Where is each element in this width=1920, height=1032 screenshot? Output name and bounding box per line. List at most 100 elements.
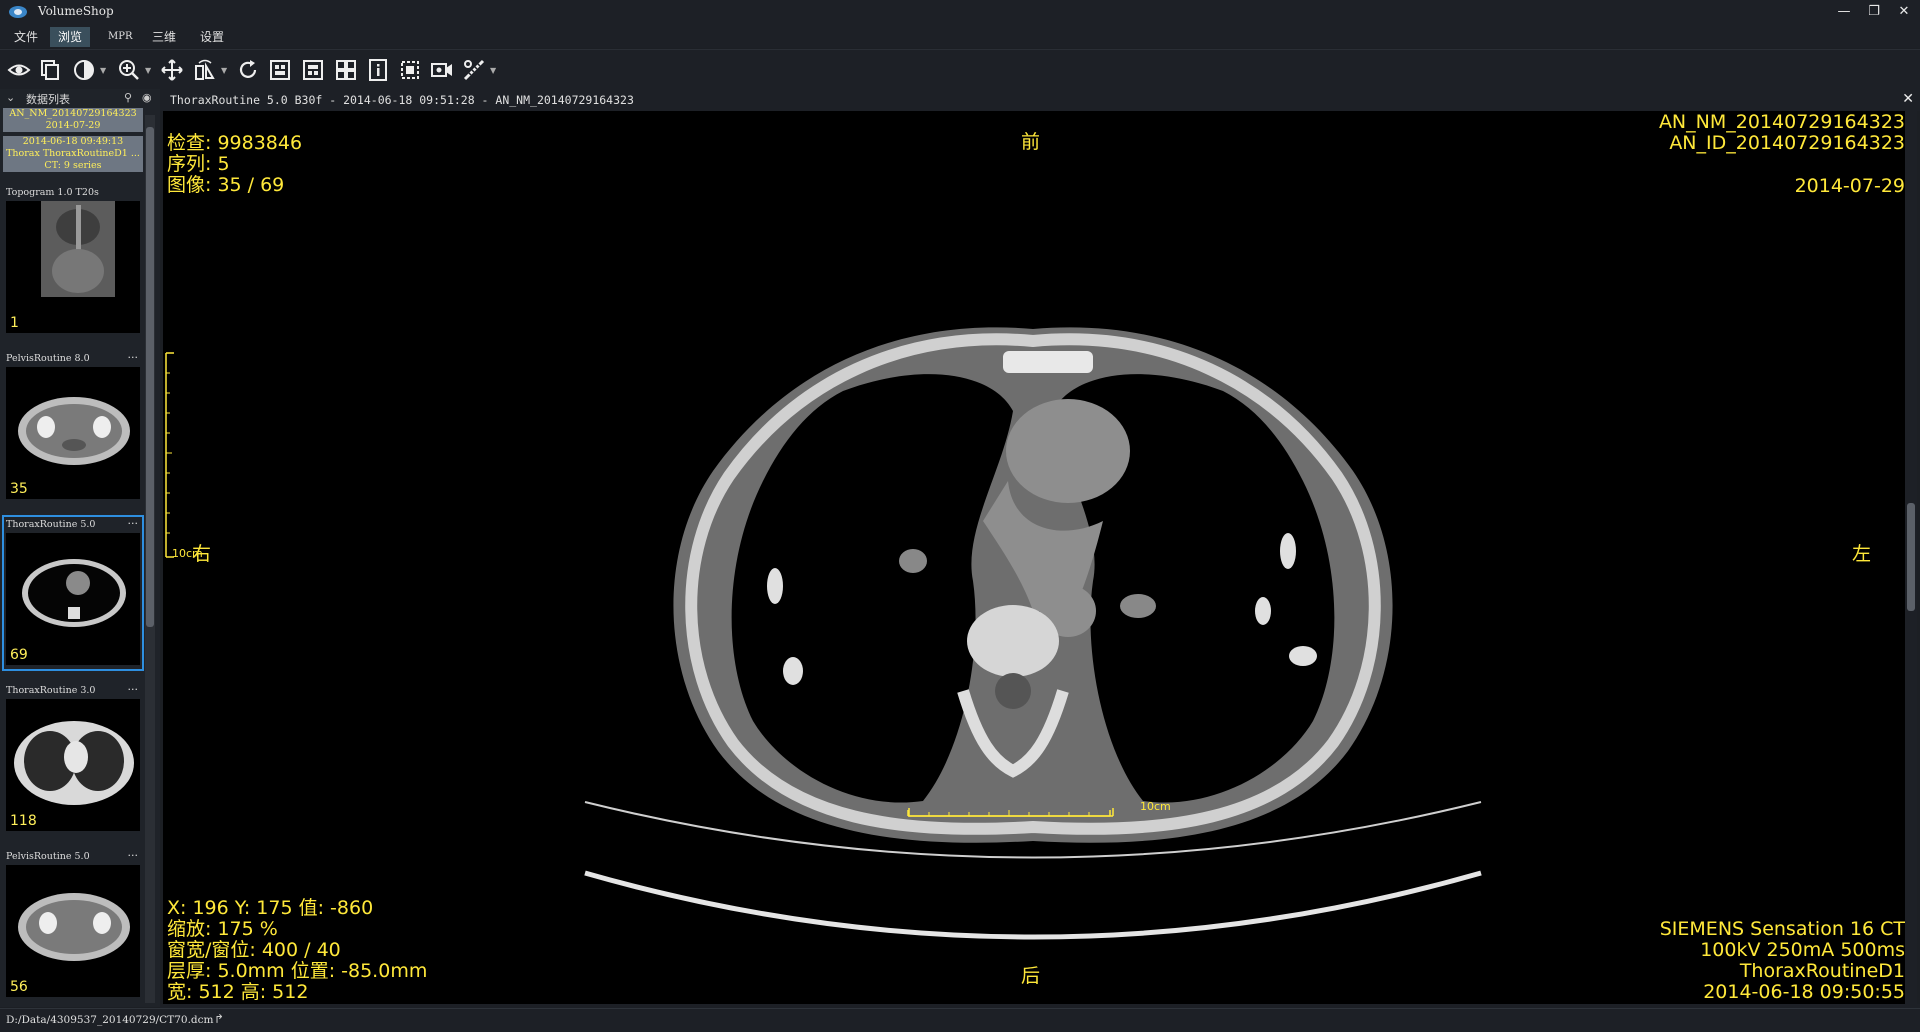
measure-dropdown-icon[interactable]: ▼ [490,66,496,75]
overlay-image-index: 图像: 35 / 69 [167,174,285,196]
zoom-dropdown-icon[interactable]: ▼ [145,66,151,75]
orientation-posterior: 后 [1021,965,1041,987]
overlay-dimensions: 宽: 512 高: 512 [167,981,309,1003]
pin-icon[interactable]: ⚲ [124,91,132,104]
series-thumbnail: 118 [6,699,140,831]
study-patient-name: AN_NM_20140729164323 [9,108,137,119]
app-title: VolumeShop [38,4,114,18]
menu-3d[interactable]: 三维 [144,27,184,47]
overlay-bottom-left: X: 196 Y: 175 值: -860 缩放: 175 % 窗宽/窗位: 4… [167,898,427,1003]
video-icon[interactable] [430,58,456,82]
contrast-icon[interactable] [72,58,98,82]
overlay-protocol: ThoraxRoutineD1 [1739,960,1905,982]
series-item[interactable]: Topogram 1.0 T20s 1 [4,185,142,337]
series-item[interactable]: PelvisRoutine 5.0 ··· 56 [4,849,142,1001]
series-item[interactable]: ThoraxRoutine 3.0 ··· 118 [4,683,142,835]
series-more-button[interactable]: ··· [128,849,139,862]
study-date: 2014-07-29 [45,120,101,131]
series-image-count: 35 [10,481,28,497]
series-thumbnail: 35 [6,367,140,499]
restore-button[interactable]: ❐ [1862,2,1886,22]
study-description: Thorax ThoraxRoutineD1 ... [6,148,140,159]
study-info-card[interactable]: 2014-06-18 09:49:13 Thorax ThoraxRoutine… [3,136,143,172]
menu-browse[interactable]: 浏览 [50,27,91,47]
series-image-count: 56 [10,979,28,995]
overlay-series-no: 序列: 5 [167,153,230,175]
viewer-close-icon[interactable]: ✕ [1902,91,1914,107]
flip-icon[interactable] [193,58,219,82]
minimize-button[interactable]: — [1832,2,1856,22]
image-viewport[interactable]: 10cm 10cm 检查: 9983846 序列: 5 图像: 35 / 69 … [163,111,1905,1004]
info-icon[interactable] [366,58,392,82]
sidebar-scrollbar-thumb[interactable] [146,127,154,627]
menu-mpr[interactable]: MPR [100,27,141,47]
menu-settings[interactable]: 设置 [192,27,232,47]
orientation-left: 左 [1852,543,1872,565]
close-window-button[interactable]: ✕ [1892,2,1916,22]
vertical-scale-ruler [165,352,174,558]
overlay-patient-id: AN_ID_20140729164323 [1669,132,1905,154]
series-more-button[interactable]: ··· [128,683,139,696]
viewer-scrollbar[interactable] [1905,111,1917,1004]
data-list-title: 数据列表 [26,93,70,106]
overlay-slice-position: 层厚: 5.0mm 位置: -85.0mm [167,960,428,982]
series-more-button[interactable]: ··· [128,517,139,530]
overlay-patient-name: AN_NM_20140729164323 [1658,111,1905,133]
overlay-exposure: 100kV 250mA 500ms [1700,939,1905,961]
crop-icon[interactable] [398,58,424,82]
series-image-count: 118 [10,813,37,829]
layout-2-icon[interactable] [301,58,327,82]
series-item[interactable]: PelvisRoutine 8.0 ··· 35 [4,351,142,503]
orientation-right: 右 [192,543,212,565]
overlay-bottom-right: SIEMENS Sensation 16 CT 100kV 250mA 500m… [1485,919,1905,1003]
title-bar: VolumeShop — ❐ ✕ [0,0,1920,24]
visibility-eye-icon[interactable]: ◉ [142,91,152,104]
zoom-icon[interactable] [117,58,143,82]
series-label: Topogram 1.0 T20s [6,187,99,198]
overlay-scanner: SIEMENS Sensation 16 CT [1659,918,1905,940]
overlay-acquisition-time: 2014-06-18 09:50:55 [1703,981,1905,1003]
toolbar: ▼ ▼ ▼ ▼ [0,49,1920,89]
orientation-anterior: 前 [1021,131,1041,153]
status-file-path: D:/Data/4309537_20140729/CT70.dcm [6,1014,214,1026]
series-label: ThoraxRoutine 3.0 [6,685,96,696]
overlay-cursor-value: X: 196 Y: 175 值: -860 [167,897,374,919]
contrast-dropdown-icon[interactable]: ▼ [100,66,106,75]
data-list-panel: ⌄ 数据列表 ⚲ ◉ AN_NM_20140729164323 2014-07-… [0,89,160,1007]
overlay-exam-id: 检查: 9983846 [167,132,303,154]
overlay-window-level: 窗宽/窗位: 400 / 40 [167,939,341,961]
thorax-thumbnail-image [22,559,126,627]
viewer-header: ThoraxRoutine 5.0 B30f - 2014-06-18 09:5… [160,89,1920,111]
topogram-thumbnail-image [41,201,115,297]
series-thumbnail: 56 [6,865,140,997]
app-logo-icon [9,6,27,18]
overlay-zoom: 缩放: 175 % [167,918,278,940]
stack-icon[interactable] [39,58,65,82]
flip-dropdown-icon[interactable]: ▼ [221,66,227,75]
study-datetime: 2014-06-18 09:49:13 [22,136,124,147]
overlay-top-left: 检查: 9983846 序列: 5 图像: 35 / 69 [167,133,302,196]
series-item-selected[interactable]: ThoraxRoutine 5.0 ··· 69 [2,515,144,671]
status-bar: D:/Data/4309537_20140729/CT70.dcm ↱ [0,1008,1920,1032]
series-thumbnail: 69 [6,533,140,665]
collapse-chevron-icon[interactable]: ⌄ [6,91,15,104]
reset-icon[interactable] [236,58,262,82]
horizontal-scale-ruler [908,808,1114,817]
ct-slice-image [584,327,1482,940]
series-label: ThoraxRoutine 5.0 [6,519,96,530]
viewer-scrollbar-thumb[interactable] [1907,503,1915,611]
menu-file[interactable]: 文件 [6,27,46,47]
overlay-study-date: 2014-07-29 [1794,175,1905,197]
eye-icon[interactable] [7,58,33,82]
viewer-title: ThoraxRoutine 5.0 B30f - 2014-06-18 09:5… [170,93,634,107]
layout-1-icon[interactable] [268,58,294,82]
series-more-button[interactable]: ··· [128,351,139,364]
pan-icon[interactable] [160,58,186,82]
overlay-top-right: AN_NM_20140729164323 AN_ID_2014072916432… [1485,112,1905,197]
measure-tool-icon[interactable] [462,58,488,82]
layout-grid-icon[interactable] [334,58,360,82]
open-path-arrow-icon[interactable]: ↱ [214,1012,224,1026]
horizontal-scale-label: 10cm [1140,800,1171,813]
sidebar-scrollbar[interactable] [145,115,155,1003]
study-patient-card[interactable]: AN_NM_20140729164323 2014-07-29 [3,108,143,132]
